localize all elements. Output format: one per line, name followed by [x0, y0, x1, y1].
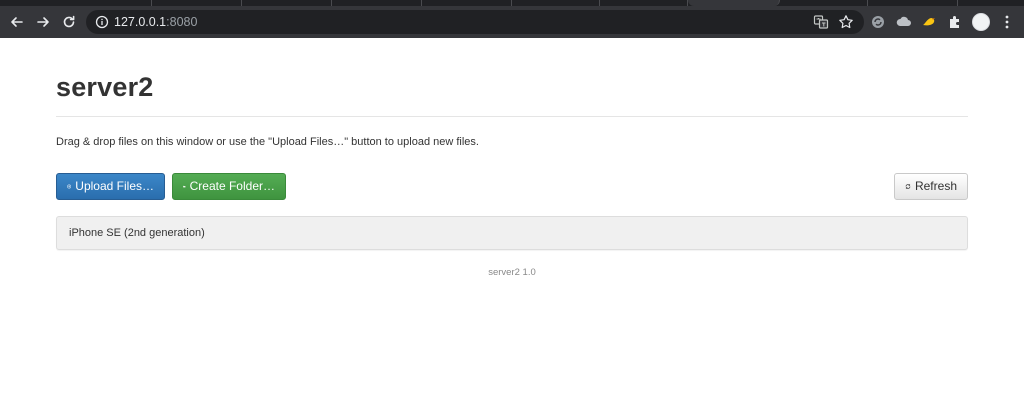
- footer-version: server2 1.0: [488, 267, 536, 278]
- upload-circle-icon: [67, 184, 72, 189]
- file-list-item[interactable]: iPhone SE (2nd generation): [69, 226, 205, 240]
- refresh-icon: [905, 184, 911, 189]
- forward-button[interactable]: [31, 10, 55, 34]
- page-title: server2: [56, 72, 154, 102]
- title-divider: [56, 116, 968, 117]
- create-folder-button[interactable]: Create Folder…: [172, 173, 286, 200]
- file-list: iPhone SE (2nd generation): [56, 216, 968, 250]
- upload-hint-text: Drag & drop files on this window or use …: [56, 136, 479, 148]
- upload-files-button[interactable]: Upload Files…: [56, 173, 165, 200]
- extension-duck-icon[interactable]: [921, 14, 937, 30]
- profile-avatar[interactable]: [972, 13, 990, 31]
- star-icon[interactable]: [838, 14, 854, 30]
- extension-cloud-icon[interactable]: [896, 14, 912, 30]
- reload-button[interactable]: [57, 10, 81, 34]
- url-host: 127.0.0.1: [114, 15, 167, 29]
- forward-arrow-icon: [37, 17, 49, 27]
- info-icon[interactable]: [95, 15, 109, 29]
- back-button[interactable]: [5, 10, 29, 34]
- url-port: :8080: [166, 15, 198, 29]
- translate-icon[interactable]: [813, 14, 829, 30]
- puzzle-icon[interactable]: [947, 14, 963, 30]
- back-arrow-icon: [11, 17, 23, 27]
- folder-icon: [183, 185, 186, 188]
- upload-files-label: Upload Files…: [75, 179, 154, 193]
- browser-chrome: 127.0.0.1:8080: [0, 0, 1024, 38]
- refresh-button[interactable]: Refresh: [894, 173, 968, 200]
- kebab-menu-icon[interactable]: [1000, 14, 1014, 30]
- reload-icon: [63, 15, 75, 28]
- url-text[interactable]: 127.0.0.1:8080: [114, 14, 197, 30]
- extension-sync-icon[interactable]: [870, 14, 886, 30]
- create-folder-label: Create Folder…: [189, 179, 275, 193]
- refresh-label: Refresh: [914, 179, 957, 193]
- browser-toolbar: 127.0.0.1:8080: [0, 6, 1024, 38]
- address-bar[interactable]: 127.0.0.1:8080: [86, 10, 864, 34]
